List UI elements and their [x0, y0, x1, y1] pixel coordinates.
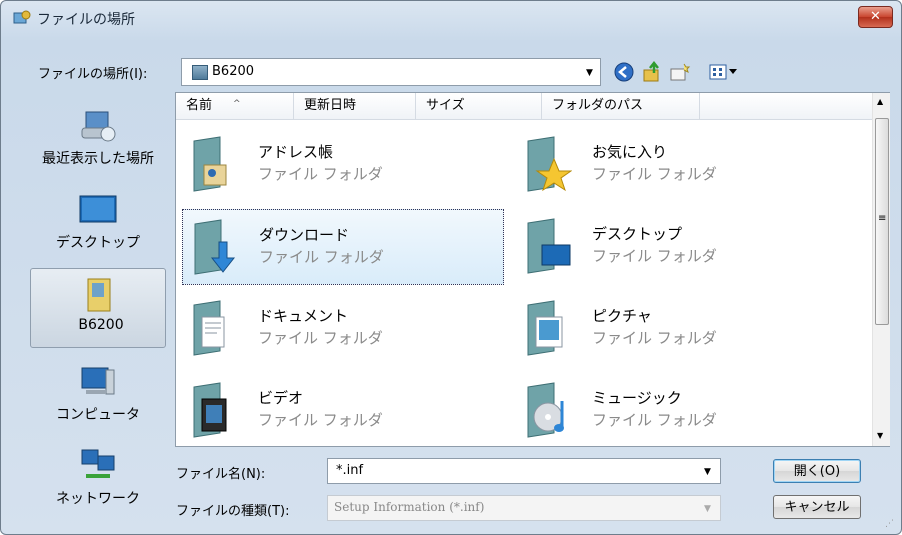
- contacts-folder-icon: [193, 136, 227, 192]
- music-folder-icon: [527, 382, 564, 438]
- new-folder-icon[interactable]: [669, 61, 691, 83]
- filetype-select: Setup Information (*.inf) ▼: [327, 495, 721, 521]
- videos-folder-icon: [193, 382, 227, 438]
- list-item[interactable]: ピクチャ ファイル フォルダ: [516, 291, 838, 367]
- back-icon[interactable]: [613, 61, 635, 83]
- file-open-dialog: ファイルの場所 ✕ ファイルの場所(I): B6200 ▼ 最近表示した場所 デ…: [0, 0, 902, 535]
- column-header: 名前 ^ 更新日時 サイズ フォルダのパス: [176, 93, 872, 120]
- file-list[interactable]: 名前 ^ 更新日時 サイズ フォルダのパス アドレス帳 ファイル フォルダ お気…: [175, 92, 890, 447]
- list-item[interactable]: アドレス帳 ファイル フォルダ: [182, 127, 504, 203]
- place-label: 最近表示した場所: [42, 151, 154, 167]
- place-user[interactable]: B6200: [30, 268, 166, 348]
- desktop-icon: [79, 195, 117, 223]
- place-label: デスクトップ: [56, 235, 140, 251]
- place-network[interactable]: ネットワーク: [28, 440, 168, 518]
- recent-places-icon: [81, 111, 116, 142]
- place-computer[interactable]: コンピュータ: [28, 356, 168, 434]
- chevron-down-icon[interactable]: ▼: [704, 467, 711, 477]
- resize-grip-icon[interactable]: ⋰: [885, 519, 894, 529]
- scroll-grip-icon: ≡: [878, 213, 887, 224]
- documents-folder-icon: [193, 300, 225, 356]
- list-item[interactable]: ミュージック ファイル フォルダ: [516, 373, 838, 449]
- close-button[interactable]: ✕: [858, 6, 893, 28]
- list-item[interactable]: デスクトップ ファイル フォルダ: [516, 209, 838, 285]
- place-desktop[interactable]: デスクトップ: [28, 184, 168, 262]
- column-folder-path[interactable]: フォルダのパス: [542, 93, 700, 119]
- column-size[interactable]: サイズ: [416, 93, 542, 119]
- place-recent[interactable]: 最近表示した場所: [28, 100, 168, 178]
- place-label: B6200: [78, 317, 124, 333]
- lookin-combo[interactable]: B6200 ▼: [181, 58, 601, 86]
- list-item[interactable]: ドキュメント ファイル フォルダ: [182, 291, 504, 367]
- filename-input[interactable]: *.inf ▼: [327, 458, 721, 484]
- list-item[interactable]: ビデオ ファイル フォルダ: [182, 373, 504, 449]
- vertical-scrollbar[interactable]: ▲ ≡ ▼: [872, 93, 890, 446]
- column-name[interactable]: 名前 ^: [176, 93, 294, 119]
- place-label: コンピュータ: [56, 407, 140, 423]
- views-menu-icon[interactable]: [708, 61, 738, 83]
- network-icon: [81, 449, 115, 478]
- downloads-folder-icon: [194, 219, 236, 275]
- folder-small-icon: [192, 65, 208, 80]
- computer-icon: [81, 367, 115, 395]
- filename-label: ファイル名(N):: [176, 467, 266, 482]
- filename-value: *.inf: [336, 463, 364, 478]
- user-folder-icon: [87, 278, 111, 312]
- up-folder-icon[interactable]: [641, 61, 663, 83]
- desktop-folder-icon: [527, 218, 571, 274]
- scroll-down-icon[interactable]: ▼: [877, 431, 883, 440]
- list-item[interactable]: お気に入り ファイル フォルダ: [516, 127, 838, 203]
- chevron-down-icon: ▼: [704, 504, 711, 514]
- close-icon: ✕: [870, 9, 881, 24]
- lookin-value: B6200: [212, 64, 255, 79]
- scroll-up-icon[interactable]: ▲: [877, 97, 883, 106]
- filetype-value: Setup Information (*.inf): [334, 500, 485, 514]
- column-modified[interactable]: 更新日時: [294, 93, 416, 119]
- place-label: ネットワーク: [56, 491, 140, 507]
- open-button[interactable]: 開く(O): [773, 459, 861, 483]
- pictures-folder-icon: [527, 300, 563, 356]
- filetype-label: ファイルの種類(T):: [176, 504, 290, 519]
- list-item[interactable]: ダウンロード ファイル フォルダ: [182, 209, 504, 285]
- title-bar[interactable]: ファイルの場所 ✕: [1, 1, 901, 35]
- window-title: ファイルの場所: [37, 12, 135, 28]
- chevron-down-icon[interactable]: ▼: [586, 68, 593, 78]
- app-icon: [13, 10, 31, 24]
- cancel-button[interactable]: キャンセル: [773, 495, 861, 519]
- favorites-folder-icon: [527, 136, 572, 192]
- places-bar: 最近表示した場所 デスクトップ B6200 コンピュータ ネットワーク: [28, 100, 168, 524]
- lookin-label: ファイルの場所(I):: [38, 67, 148, 82]
- sort-ascending-icon: ^: [233, 99, 241, 109]
